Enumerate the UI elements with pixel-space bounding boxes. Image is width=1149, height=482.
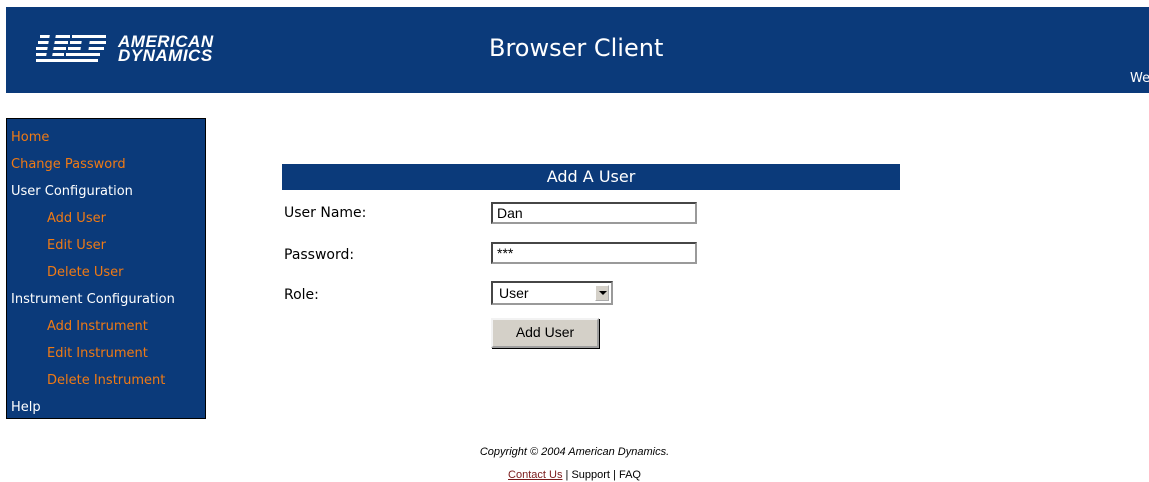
add-user-button[interactable]: Add User — [491, 318, 599, 348]
logo-wordmark: AMERICAN DYNAMICS — [118, 33, 214, 65]
form-title: Add A User — [282, 164, 900, 190]
sidebar-item-add-instrument[interactable]: Add Instrument — [7, 313, 205, 340]
username-label: User Name: — [284, 205, 367, 221]
footer-links: Contact Us | Support | FAQ — [0, 469, 1149, 481]
footer-separator: | — [609, 469, 619, 481]
sidebar-section-user-configuration: User Configuration — [11, 184, 133, 199]
sidebar-item-edit-instrument[interactable]: Edit Instrument — [7, 340, 205, 367]
role-label: Role: — [284, 287, 319, 303]
chevron-down-icon[interactable] — [595, 285, 609, 301]
copyright-text: Copyright © 2004 American Dynamics. — [479, 446, 670, 458]
sidebar-section-instrument-configuration: Instrument Configuration — [11, 292, 175, 307]
sidebar-item-delete-user[interactable]: Delete User — [7, 259, 205, 286]
sidebar-section-help: Help — [11, 400, 41, 415]
ad-logo-icon — [36, 34, 106, 62]
sidebar-item-change-password[interactable]: Change Password — [7, 151, 205, 178]
logo-line2: DYNAMICS — [118, 46, 213, 65]
contact-us-link[interactable]: Contact Us — [508, 469, 562, 481]
sidebar-item-home[interactable]: Home — [7, 124, 205, 151]
password-input[interactable] — [491, 242, 697, 264]
welcome-text: We — [1130, 71, 1149, 86]
sidebar-item-add-user[interactable]: Add User — [7, 205, 205, 232]
support-link[interactable]: Support — [571, 469, 610, 481]
sidebar-nav: Home Change Password User Configuration … — [6, 118, 206, 419]
faq-link[interactable]: FAQ — [619, 469, 641, 481]
username-input[interactable] — [491, 202, 697, 224]
sidebar-item-delete-instrument[interactable]: Delete Instrument — [7, 367, 205, 394]
role-select[interactable]: User — [491, 281, 613, 305]
role-select-value: User — [499, 285, 529, 301]
password-label: Password: — [284, 247, 355, 263]
header-bar: AMERICAN DYNAMICS Browser Client We — [6, 7, 1149, 93]
american-dynamics-logo: AMERICAN DYNAMICS — [36, 27, 266, 73]
sidebar-item-edit-user[interactable]: Edit User — [7, 232, 205, 259]
app-title: Browser Client — [489, 34, 664, 62]
